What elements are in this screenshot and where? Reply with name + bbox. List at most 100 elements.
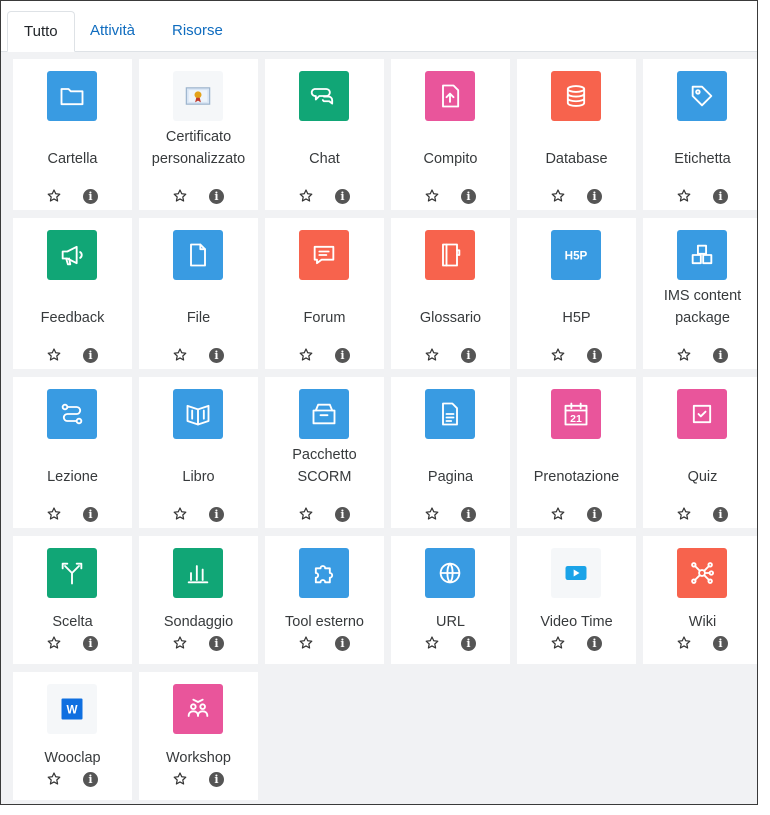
survey-icon — [173, 548, 223, 598]
info-icon[interactable]: i — [713, 189, 728, 204]
module-card-prenotazione[interactable]: 21 Prenotazione i — [517, 377, 636, 528]
star-icon[interactable] — [298, 188, 314, 204]
star-icon[interactable] — [298, 347, 314, 363]
page-icon — [425, 389, 475, 439]
info-icon[interactable]: i — [587, 348, 602, 363]
info-icon[interactable]: i — [335, 636, 350, 651]
module-card-certificato-personalizzato[interactable]: Certificato personalizzato i — [139, 59, 258, 210]
module-card-video-time[interactable]: Video Time i — [517, 536, 636, 664]
star-icon[interactable] — [550, 506, 566, 522]
star-icon[interactable] — [298, 506, 314, 522]
info-icon[interactable]: i — [335, 189, 350, 204]
info-icon[interactable]: i — [587, 507, 602, 522]
scorm-icon — [299, 389, 349, 439]
module-card-glossario[interactable]: Glossario i — [391, 218, 510, 369]
module-name: Glossario — [419, 310, 482, 326]
module-card-file[interactable]: File i — [139, 218, 258, 369]
calendar-icon: 21 — [551, 389, 601, 439]
star-icon[interactable] — [676, 635, 692, 651]
star-icon[interactable] — [424, 506, 440, 522]
module-card-etichetta[interactable]: Etichetta i — [643, 59, 757, 210]
module-card-lezione[interactable]: Lezione i — [13, 377, 132, 528]
module-card-wiki[interactable]: Wiki i — [643, 536, 757, 664]
info-icon[interactable]: i — [83, 772, 98, 787]
star-icon[interactable] — [424, 188, 440, 204]
info-icon[interactable]: i — [335, 348, 350, 363]
info-icon[interactable]: i — [461, 189, 476, 204]
info-icon[interactable]: i — [713, 636, 728, 651]
glossary-icon — [425, 230, 475, 280]
wooclap-icon: W — [47, 684, 97, 734]
module-card-database[interactable]: Database i — [517, 59, 636, 210]
module-card-chat[interactable]: Chat i — [265, 59, 384, 210]
info-icon[interactable]: i — [209, 507, 224, 522]
star-icon[interactable] — [298, 635, 314, 651]
info-icon[interactable]: i — [83, 636, 98, 651]
h5p-icon: H5P — [551, 230, 601, 280]
module-card-pagina[interactable]: Pagina i — [391, 377, 510, 528]
star-icon[interactable] — [424, 347, 440, 363]
star-icon[interactable] — [172, 188, 188, 204]
assignment-icon — [425, 71, 475, 121]
module-card-feedback[interactable]: Feedback i — [13, 218, 132, 369]
info-icon[interactable]: i — [209, 189, 224, 204]
star-icon[interactable] — [46, 506, 62, 522]
module-card-libro[interactable]: Libro i — [139, 377, 258, 528]
tab-risorse[interactable]: Risorse — [156, 11, 239, 51]
info-icon[interactable]: i — [335, 507, 350, 522]
star-icon[interactable] — [172, 347, 188, 363]
module-card-cartella[interactable]: Cartella i — [13, 59, 132, 210]
star-icon[interactable] — [46, 188, 62, 204]
info-icon[interactable]: i — [461, 348, 476, 363]
module-card-compito[interactable]: Compito i — [391, 59, 510, 210]
module-name: URL — [435, 614, 465, 630]
star-icon[interactable] — [46, 635, 62, 651]
star-icon[interactable] — [550, 635, 566, 651]
star-icon[interactable] — [550, 347, 566, 363]
star-icon[interactable] — [46, 347, 62, 363]
tab-bar: Tutto Attività Risorse — [1, 1, 757, 52]
module-card-pacchetto-scorm[interactable]: Pacchetto SCORM i — [265, 377, 384, 528]
lesson-icon — [47, 389, 97, 439]
star-icon[interactable] — [424, 635, 440, 651]
module-card-tool-esterno[interactable]: Tool esterno i — [265, 536, 384, 664]
chat-icon — [299, 71, 349, 121]
tab-attivita[interactable]: Attività — [74, 11, 151, 51]
star-icon[interactable] — [172, 635, 188, 651]
module-card-ims-content-package[interactable]: IMS content package i — [643, 218, 757, 369]
puzzle-icon — [299, 548, 349, 598]
info-icon[interactable]: i — [83, 348, 98, 363]
star-icon[interactable] — [676, 347, 692, 363]
module-card-quiz[interactable]: Quiz i — [643, 377, 757, 528]
module-card-sondaggio[interactable]: Sondaggio i — [139, 536, 258, 664]
module-card-workshop[interactable]: Workshop i — [139, 672, 258, 800]
star-icon[interactable] — [46, 771, 62, 787]
info-icon[interactable]: i — [209, 348, 224, 363]
star-icon[interactable] — [676, 188, 692, 204]
star-icon[interactable] — [550, 188, 566, 204]
info-icon[interactable]: i — [587, 636, 602, 651]
info-icon[interactable]: i — [209, 636, 224, 651]
star-icon[interactable] — [172, 771, 188, 787]
info-icon[interactable]: i — [713, 507, 728, 522]
info-icon[interactable]: i — [461, 636, 476, 651]
tab-tutto[interactable]: Tutto — [7, 11, 75, 52]
module-card-forum[interactable]: Forum i — [265, 218, 384, 369]
module-card-scelta[interactable]: Scelta i — [13, 536, 132, 664]
module-card-url[interactable]: URL i — [391, 536, 510, 664]
certificate-icon — [173, 71, 223, 121]
module-card-wooclap[interactable]: W Wooclap i — [13, 672, 132, 800]
tag-icon — [677, 71, 727, 121]
info-icon[interactable]: i — [461, 507, 476, 522]
info-icon[interactable]: i — [83, 507, 98, 522]
module-grid: Cartella i Certificato personalizzato i Chat… — [1, 52, 757, 804]
info-icon[interactable]: i — [83, 189, 98, 204]
module-card-h5p[interactable]: H5P H5P i — [517, 218, 636, 369]
module-name: Tool esterno — [285, 614, 364, 630]
info-icon[interactable]: i — [713, 348, 728, 363]
info-icon[interactable]: i — [209, 772, 224, 787]
video-icon — [551, 548, 601, 598]
star-icon[interactable] — [676, 506, 692, 522]
info-icon[interactable]: i — [587, 189, 602, 204]
star-icon[interactable] — [172, 506, 188, 522]
